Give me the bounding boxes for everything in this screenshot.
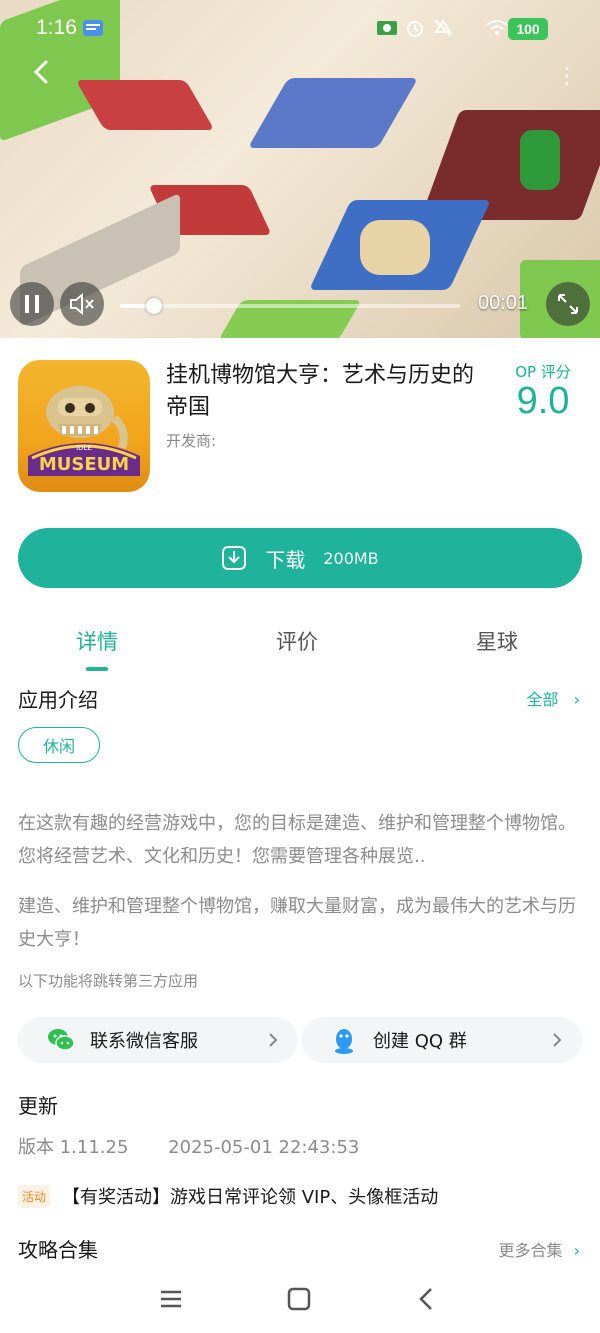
activity-row[interactable]: 活动 【有奖活动】游戏日常评论领 VIP、头像框活动 xyxy=(18,1183,438,1209)
detail-tabs: 详情 评价 星球 xyxy=(0,622,600,672)
create-qq-group-button[interactable]: 创建 QQ 群 xyxy=(301,1017,582,1063)
score-value: 9.0 xyxy=(516,380,570,422)
video-progress-track[interactable] xyxy=(120,298,460,314)
fullscreen-icon xyxy=(558,294,578,314)
chevron-right-icon xyxy=(269,1033,278,1047)
tab-reviews[interactable]: 评价 xyxy=(237,626,357,656)
developer-label: 开发商: xyxy=(166,432,217,450)
more-collections-link[interactable]: 更多合集 › xyxy=(498,1237,580,1261)
update-title: 更新 xyxy=(18,1094,58,1118)
money-icon xyxy=(377,21,397,35)
chevron-right-icon xyxy=(553,1033,562,1047)
video-player[interactable]: 1:16 100 ⋮ 00:01 xyxy=(0,0,600,338)
mute-icon xyxy=(434,19,452,37)
wechat-support-button[interactable]: 联系微信客服 xyxy=(18,1017,298,1063)
activity-badge: 活动 xyxy=(18,1184,51,1208)
more-options-icon[interactable]: ⋮ xyxy=(556,64,578,89)
svg-text:MUSEUM: MUSEUM xyxy=(39,454,129,475)
active-tab-indicator xyxy=(86,667,108,671)
app-detail-page: 1:16 100 ⋮ 00:01 IDLE MUSEUM 挂机博物馆大亨：艺术与… xyxy=(0,0,600,1333)
app-icon: IDLE MUSEUM xyxy=(18,360,150,492)
wifi-icon xyxy=(486,20,508,35)
view-all-link[interactable]: 全部 › xyxy=(526,686,580,710)
score-label: OP 评分 xyxy=(515,363,571,381)
volume-mute-icon xyxy=(70,292,94,316)
intro-paragraph-1: 在这款有趣的经营游戏中，您的目标是建造、维护和管理整个博物馆。您将经营艺术、文化… xyxy=(18,813,576,867)
qq-icon xyxy=(335,1029,353,1054)
intro-title: 应用介绍 xyxy=(18,688,98,712)
download-button[interactable]: 下载 200MB xyxy=(18,528,582,588)
game-scene-room-red xyxy=(75,80,215,130)
system-nav-bar xyxy=(0,1268,600,1333)
view-all-label: 全部 xyxy=(526,690,559,709)
guides-title: 攻略合集 xyxy=(18,1238,98,1262)
app-title: 挂机博物馆大亨：艺术与历史的帝国 xyxy=(166,363,475,420)
svg-text:IDLE: IDLE xyxy=(76,444,92,452)
third-party-note: 以下功能将跳转第三方应用 xyxy=(18,972,199,990)
video-elapsed-time: 00:01 xyxy=(478,292,529,314)
pause-button[interactable] xyxy=(10,282,54,326)
version-number: 版本 1.11.25 xyxy=(18,1137,129,1158)
update-date: 2025-05-01 22:43:53 xyxy=(168,1137,360,1158)
video-progress-knob[interactable] xyxy=(146,298,162,314)
tab-planet[interactable]: 星球 xyxy=(437,626,557,656)
download-label: 下载 xyxy=(265,547,306,572)
download-size: 200MB xyxy=(323,548,379,568)
game-scene-dino-skeleton xyxy=(360,220,430,275)
status-bar: 1:16 100 xyxy=(0,0,600,56)
genre-tag[interactable]: 休闲 xyxy=(18,727,100,763)
activity-text: 【有奖活动】游戏日常评论领 VIP、头像框活动 xyxy=(62,1187,439,1208)
menu-icon[interactable] xyxy=(156,1284,186,1314)
home-icon[interactable] xyxy=(284,1284,314,1314)
chevron-right-icon: › xyxy=(573,690,580,709)
alarm-icon xyxy=(407,21,423,37)
pause-icon xyxy=(25,295,39,313)
wechat-icon xyxy=(48,1029,75,1051)
download-icon xyxy=(222,546,247,570)
chevron-right-icon: › xyxy=(573,1241,580,1260)
tab-details[interactable]: 详情 xyxy=(37,626,157,656)
version-row: 版本 1.11.25 2025-05-01 22:43:53 xyxy=(18,1133,393,1159)
create-qq-group-label: 创建 QQ 群 xyxy=(373,1031,467,1052)
intro-paragraph-2: 建造、维护和管理整个博物馆，赚取大量财富，成为最伟大的艺术与历史大亨！ xyxy=(18,896,576,950)
wechat-support-label: 联系微信客服 xyxy=(90,1031,198,1052)
back-nav-icon[interactable] xyxy=(412,1284,442,1314)
game-scene-statue-green xyxy=(520,130,560,190)
mute-button[interactable] xyxy=(60,282,104,326)
battery-indicator: 100 xyxy=(508,18,548,40)
message-icon xyxy=(83,20,103,36)
back-icon[interactable] xyxy=(26,56,58,88)
museum-logo-icon: IDLE MUSEUM xyxy=(28,386,140,476)
status-time: 1:16 xyxy=(36,16,77,39)
more-collections-label: 更多合集 xyxy=(498,1241,563,1260)
game-scene-room-blue xyxy=(247,78,419,148)
fullscreen-button[interactable] xyxy=(546,282,590,326)
